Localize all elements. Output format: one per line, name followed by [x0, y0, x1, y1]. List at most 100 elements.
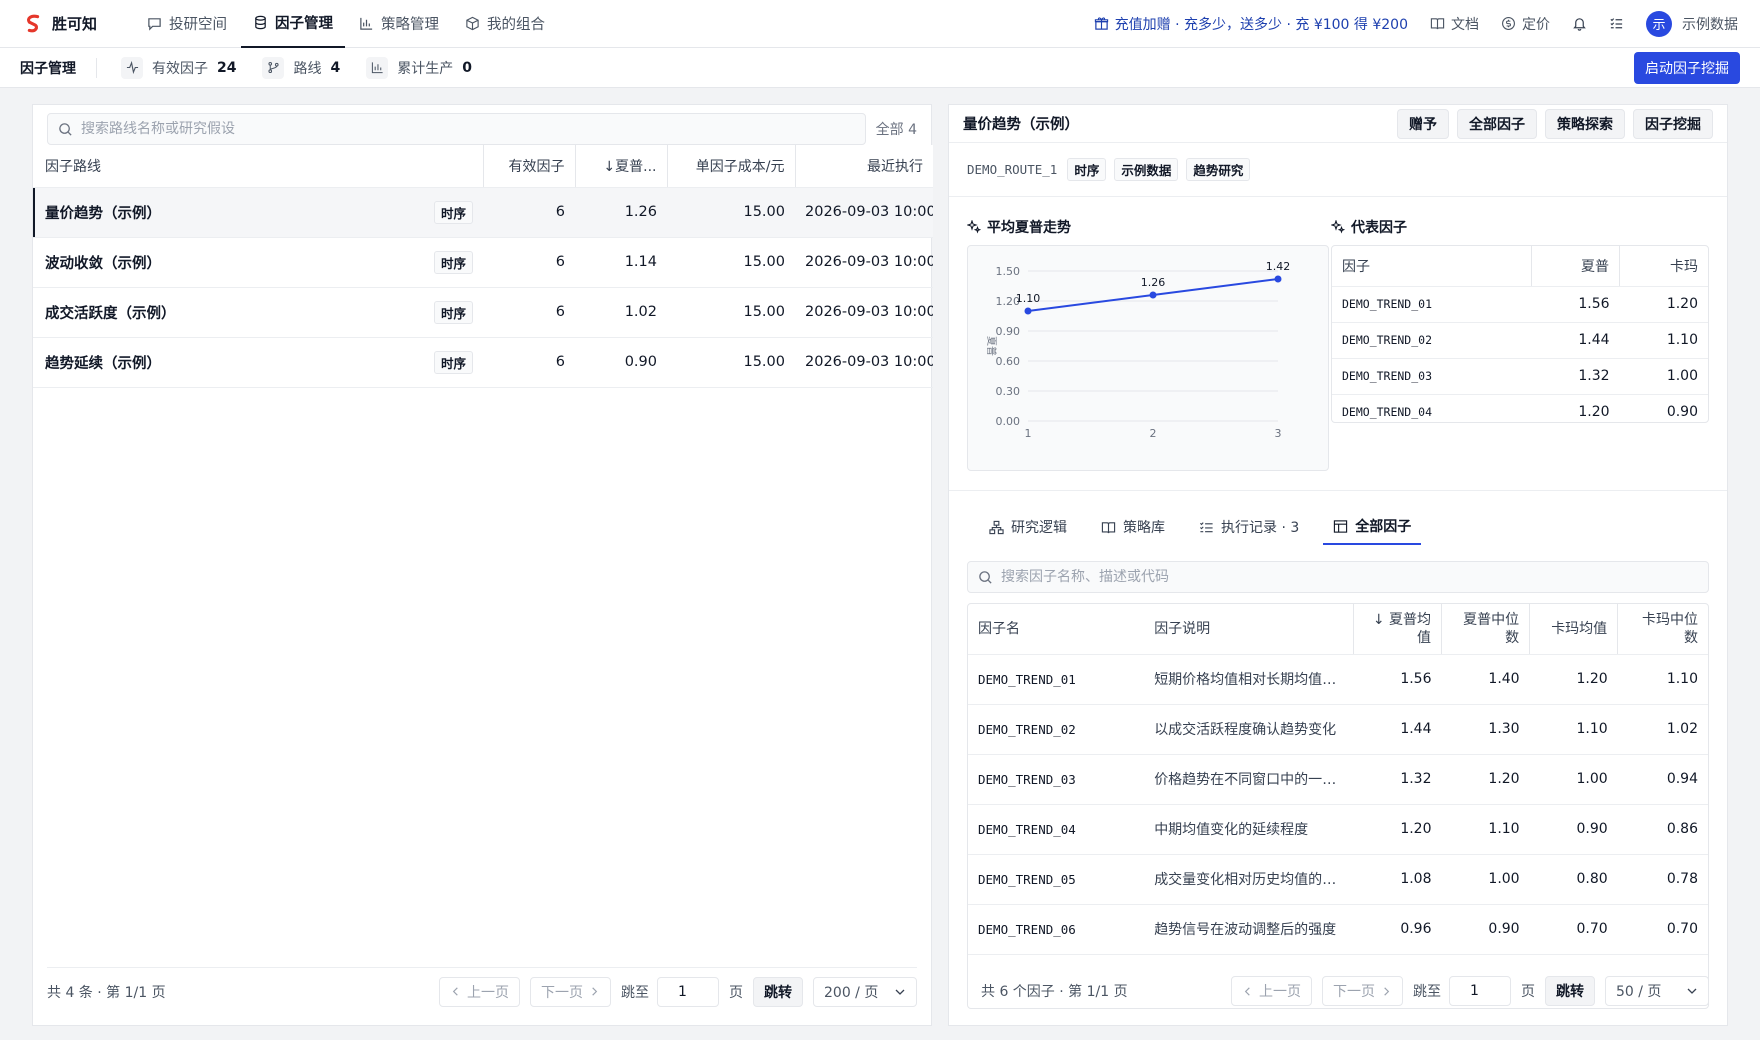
col-sharpe-mean[interactable]: ↓ 夏普均值: [1352, 604, 1442, 655]
prev-page-button[interactable]: 上一页: [1231, 976, 1312, 1006]
all-factors-button[interactable]: 全部因子: [1457, 108, 1537, 139]
table-row[interactable]: DEMO_TREND_03 1.32 1.00: [1332, 358, 1708, 395]
col-sharpe-median[interactable]: 夏普中位数: [1440, 604, 1530, 655]
routes-pagination: 共 4 条 · 第 1/1 页 上一页 下一页 跳至 1 页 跳转 200 / …: [47, 967, 917, 1015]
prev-page-button[interactable]: 上一页: [439, 976, 520, 1007]
tab-execution-records[interactable]: 执行记录 · 3: [1189, 509, 1309, 545]
checklist-icon: [1200, 521, 1213, 532]
factor-code: DEMO_TREND_03: [1332, 358, 1532, 395]
jump-to-label: 跳至: [621, 984, 649, 1001]
col-last-run[interactable]: 最近执行: [794, 145, 933, 188]
next-page-button[interactable]: 下一页: [1322, 976, 1403, 1006]
page-number-input[interactable]: 1: [657, 976, 719, 1007]
routes-panel: 全部 4 因子路线 有效因子 ↓夏普... 单因子成本/元 最近执行 量价趋势（…: [32, 104, 933, 1026]
page-unit-label: 页: [729, 984, 743, 1001]
nav-tab-strategy-management[interactable]: 策略管理: [347, 0, 451, 48]
col-factor-desc: 因子说明: [1144, 604, 1354, 655]
cube-icon: [466, 16, 479, 31]
y-tick-label: 0.00: [996, 415, 1021, 428]
table-row[interactable]: DEMO_TREND_03 价格趋势在不同窗口中的一致性 1.32 1.20 1.00 0…: [968, 754, 1708, 805]
tab-strategy-library[interactable]: 策略库: [1091, 509, 1175, 545]
col-sharpe[interactable]: ↓夏普...: [574, 145, 667, 188]
user-menu[interactable]: 示 示例数据: [1646, 10, 1738, 37]
table-row[interactable]: DEMO_TREND_02 以成交活跃程度确认趋势变化 1.44 1.30 1.10 1.…: [968, 704, 1708, 755]
stat-label: 累计生产: [397, 60, 454, 77]
table-row[interactable]: DEMO_TREND_02 1.44 1.10: [1332, 322, 1708, 359]
route-sharpe: 1.14: [575, 237, 667, 288]
route-sharpe: 1.26: [575, 187, 667, 238]
table-row[interactable]: 趋势延续（示例） 时序 6 0.90 15.00 2026-09-03 10:00…: [33, 337, 933, 388]
representative-factors-section: 代表因子 因子 夏普 卡玛 DEMO_TREND_01 1.56 1.20 DEMO…: [1329, 197, 1727, 490]
strategy-explore-button[interactable]: 策略探索: [1545, 108, 1625, 139]
next-page-button[interactable]: 下一页: [530, 976, 611, 1007]
routes-table: 因子路线 有效因子 ↓夏普... 单因子成本/元 最近执行 量价趋势（示例） 时序…: [33, 145, 933, 388]
jump-button[interactable]: 跳转: [753, 976, 803, 1007]
tab-research-logic[interactable]: 研究逻辑: [979, 509, 1077, 545]
route-factor-count: 6: [483, 287, 575, 338]
data-label: 1.10: [1016, 292, 1041, 305]
start-factor-mining-button[interactable]: 启动因子挖掘: [1634, 51, 1740, 84]
col-route-name[interactable]: 因子路线: [33, 145, 483, 188]
sharpe-mean: 1.20: [1353, 804, 1442, 855]
col-calmar: 卡玛: [1619, 246, 1708, 287]
route-factor-count: 6: [483, 337, 575, 388]
col-valid-factors[interactable]: 有效因子: [482, 145, 575, 188]
table-row[interactable]: 成交活跃度（示例） 时序 6 1.02 15.00 2026-09-03 10:0…: [33, 287, 933, 338]
stat-valid-factors: 有效因子 24: [121, 56, 236, 79]
jump-to-label: 跳至: [1413, 984, 1441, 1000]
table-row[interactable]: 波动收敛（示例） 时序 6 1.14 15.00 2026-09-03 10:00…: [33, 237, 933, 288]
tab-label: 全部因子: [1355, 519, 1412, 535]
calmar-mean: 0.80: [1529, 854, 1618, 905]
bell-icon[interactable]: [1572, 16, 1587, 31]
top-nav: 胜可知 投研空间 因子管理 策略管理 我的组合 充值加赠 · 充多少，送多少 ·…: [0, 0, 1760, 48]
table-row[interactable]: DEMO_TREND_05 成交量变化相对历史均值的偏离 1.08 1.00 0.80 0…: [968, 854, 1708, 905]
sharpe-median: 1.30: [1441, 704, 1530, 755]
route-search-input[interactable]: [81, 121, 855, 137]
x-tick-label: 2: [1150, 427, 1157, 440]
table-row[interactable]: DEMO_TREND_01 短期价格均值相对长期均值的偏离 1.56 1.40 1.20…: [968, 654, 1708, 705]
factor-sharpe: 1.44: [1531, 322, 1620, 359]
col-calmar-mean[interactable]: 卡玛均值: [1529, 604, 1618, 655]
tab-all-factors[interactable]: 全部因子: [1323, 509, 1422, 545]
table-row[interactable]: DEMO_TREND_04 1.20 0.90: [1332, 394, 1708, 422]
gift-button[interactable]: 赠予: [1397, 108, 1449, 139]
avatar: 示: [1646, 10, 1672, 37]
table-row[interactable]: DEMO_TREND_01 1.56 1.20: [1332, 286, 1708, 323]
docs-link[interactable]: 文档: [1430, 14, 1479, 34]
col-unit-cost[interactable]: 单因子成本/元: [666, 145, 795, 188]
nav-tab-factor-management[interactable]: 因子管理: [241, 0, 346, 48]
factor-sharpe: 1.32: [1531, 358, 1620, 395]
prev-label: 上一页: [467, 984, 509, 1001]
sharpe-trend-chart: 0.000.300.600.901.201.501 2 3夏普1.101.261.4…: [985, 260, 1290, 440]
nav-right: 充值加赠 · 充多少，送多少 · 充 ¥100 得 ¥200 文档 定价 示 示…: [1094, 10, 1738, 37]
page-size-select[interactable]: 200 / 页: [813, 976, 917, 1007]
page-number-input[interactable]: 1: [1449, 976, 1511, 1006]
table-row[interactable]: DEMO_TREND_04 中期均值变化的延续程度 1.20 1.10 0.90 0.86: [968, 804, 1708, 855]
route-detail-panel: 量价趋势（示例） 赠予 全部因子 策略探索 因子挖掘 DEMO_ROUTE_1 …: [948, 104, 1728, 1026]
factor-calmar: 0.90: [1619, 394, 1708, 422]
pricing-link[interactable]: 定价: [1501, 14, 1550, 34]
factor-code: DEMO_TREND_06: [968, 904, 1145, 955]
nav-tab-research-space[interactable]: 投研空间: [135, 0, 239, 48]
task-list-icon[interactable]: [1609, 16, 1624, 31]
table-row[interactable]: DEMO_TREND_06 趋势信号在波动调整后的强度 0.96 0.90 0.70 0.…: [968, 904, 1708, 955]
factor-search-input[interactable]: [1001, 569, 1698, 585]
dollar-circle-icon: [1502, 17, 1515, 30]
chart-title: 平均夏普走势: [987, 220, 1071, 236]
next-label: 下一页: [1333, 984, 1375, 1000]
route-tag: 时序: [1067, 158, 1107, 181]
nav-tab-my-portfolio[interactable]: 我的组合: [453, 0, 557, 48]
jump-button[interactable]: 跳转: [1545, 976, 1595, 1006]
col-factor-name[interactable]: 因子名: [968, 604, 1145, 655]
data-point: [1274, 275, 1282, 283]
factor-code: DEMO_TREND_02: [968, 704, 1145, 755]
app-logo[interactable]: 胜可知: [22, 13, 97, 35]
page-size-select[interactable]: 50 / 页: [1605, 976, 1709, 1006]
factor-mining-button[interactable]: 因子挖掘: [1633, 108, 1713, 139]
route-meta: DEMO_ROUTE_1 时序 示例数据 趋势研究: [949, 143, 1727, 197]
recharge-promo-link[interactable]: 充值加赠 · 充多少，送多少 · 充 ¥100 得 ¥200: [1094, 14, 1408, 34]
col-calmar-median[interactable]: 卡玛中位数: [1617, 604, 1708, 655]
sharpe-median: 1.20: [1441, 754, 1530, 805]
table-row[interactable]: 量价趋势（示例） 时序 6 1.26 15.00 2026-09-03 10:00…: [33, 187, 933, 238]
data-point: [1149, 291, 1157, 299]
